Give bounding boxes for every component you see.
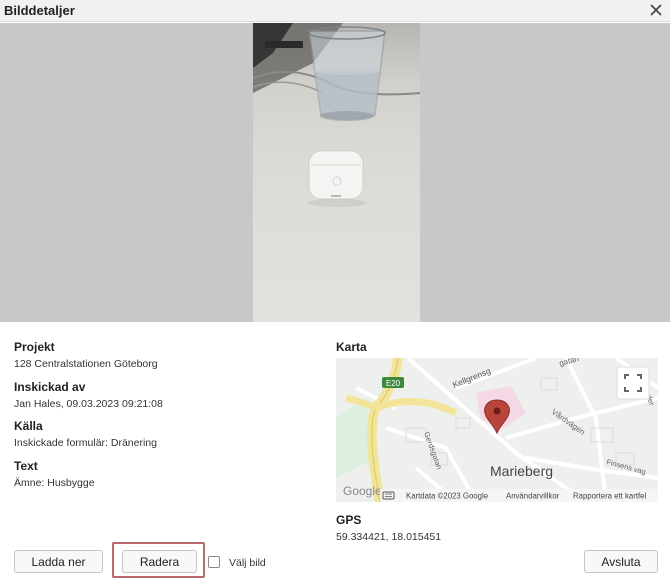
delete-button[interactable]: Radera (122, 550, 197, 573)
map-terms: Användarvillkor (506, 492, 560, 501)
sent-by-label: Inskickad av (14, 380, 86, 394)
dialog-title: Bilddetaljer (4, 3, 75, 18)
project-label: Projekt (14, 340, 55, 354)
text-label: Text (14, 459, 38, 473)
select-image-label[interactable]: Välj bild (229, 557, 266, 569)
map-google-logo: Google (343, 484, 382, 498)
photo-illustration (253, 23, 420, 207)
source-value: Inskickade formulär: Dränering (14, 437, 157, 449)
photo (253, 23, 420, 322)
text-value: Ämne: Husbygge (14, 477, 95, 489)
close-button[interactable]: Avsluta (584, 550, 658, 573)
select-image-checkbox[interactable] (208, 556, 220, 568)
download-button[interactable]: Ladda ner (14, 550, 103, 573)
map-place-label: Marieberg (490, 463, 553, 479)
source-label: Källa (14, 419, 43, 433)
map-attribution: Kartdata ©2023 Google (406, 492, 488, 501)
sent-by-value: Jan Hales, 09.03.2023 09:21:08 (14, 398, 163, 410)
map-widget[interactable]: E20 Kellgrensg gatan Vårdvägen Welander … (336, 358, 658, 502)
close-icon[interactable] (648, 1, 664, 19)
gps-label: GPS (336, 513, 362, 527)
gps-value: 59.334421, 18.015451 (336, 531, 442, 543)
map-road-e20: E20 (386, 379, 401, 388)
map-report: Rapportera ett kartfel (573, 492, 647, 501)
map-fullscreen-icon (616, 366, 650, 400)
dialog-titlebar: Bilddetaljer (0, 0, 670, 22)
map-canvas[interactable]: E20 Kellgrensg gatan Vårdvägen Welander … (336, 358, 658, 502)
map-label: Karta (336, 340, 367, 354)
photo-viewer (0, 23, 670, 322)
project-value: 128 Centralstationen Göteborg (14, 358, 158, 370)
